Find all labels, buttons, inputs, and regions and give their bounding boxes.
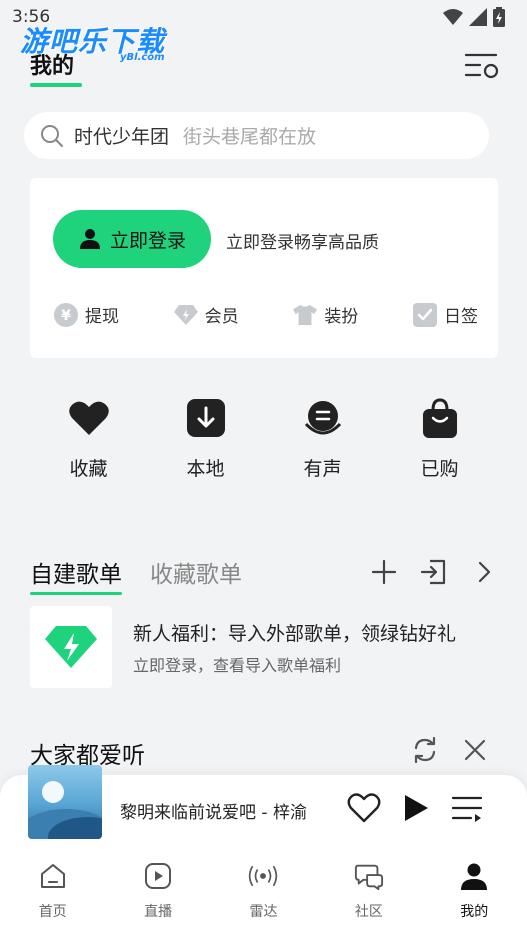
- quick-local[interactable]: 本地: [147, 396, 264, 481]
- perk-label: 装扮: [324, 307, 359, 327]
- chat-bubbles-icon: [354, 861, 384, 891]
- nav-live[interactable]: 直播: [105, 847, 210, 937]
- heart-icon: [67, 396, 111, 440]
- heart-outline-icon[interactable]: [347, 793, 381, 823]
- login-card: 立即登录 立即登录畅享高品质 ¥ 提现 会员 装扮 日签: [30, 178, 498, 358]
- playlist-actions: [370, 558, 498, 586]
- mini-player[interactable]: 黎明来临前说爱吧 - 梓渝: [0, 765, 527, 847]
- plus-icon: [371, 559, 397, 585]
- quick-purchased[interactable]: 已购: [381, 396, 498, 481]
- person-icon: [79, 229, 100, 249]
- now-playing-title: 黎明来临前说爱吧 - 梓渝: [120, 803, 307, 823]
- nav-community[interactable]: 社区: [316, 847, 421, 937]
- import-playlist-card[interactable]: 新人福利：导入外部歌单，领绿钻好礼 立即登录，查看导入歌单福利: [30, 606, 498, 688]
- close-icon[interactable]: [463, 738, 487, 762]
- search-hot-keyword: 时代少年团: [74, 126, 170, 148]
- import-title: 新人福利：导入外部歌单，领绿钻好礼: [133, 622, 457, 645]
- perk-dressup[interactable]: 装扮: [293, 302, 358, 327]
- search-icon: [41, 124, 63, 147]
- login-hint: 立即登录畅享高品质: [226, 233, 379, 253]
- tab-self-built[interactable]: 自建歌单: [30, 555, 122, 595]
- quick-label: 收藏: [69, 458, 108, 480]
- quick-label: 有声: [303, 458, 342, 480]
- perk-label: 提现: [85, 307, 119, 327]
- yuan-coin-icon: ¥: [54, 302, 78, 327]
- quick-label: 已购: [420, 458, 459, 480]
- import-icon: [420, 559, 446, 585]
- login-button[interactable]: 立即登录: [53, 210, 211, 268]
- everyone-actions: [411, 736, 487, 764]
- perk-vip[interactable]: 会员: [173, 302, 239, 327]
- album-cover[interactable]: [28, 765, 102, 839]
- watermark-sub: yBl.com: [120, 52, 165, 63]
- nav-label: 直播: [144, 904, 173, 920]
- page-title: 我的: [30, 54, 75, 79]
- microphone-icon: [301, 396, 345, 440]
- nav-label: 首页: [38, 904, 67, 920]
- playlist-tabs: 自建歌单 收藏歌单: [30, 555, 242, 595]
- perk-daily-sign[interactable]: 日签: [412, 302, 478, 327]
- import-thumb: [30, 606, 112, 688]
- chevron-right-icon: [478, 561, 491, 583]
- more-playlists-button[interactable]: [470, 558, 498, 586]
- wifi-icon: [443, 9, 463, 25]
- diamond-icon: [173, 303, 198, 327]
- import-subtitle: 立即登录，查看导入歌单福利: [133, 655, 342, 675]
- perk-label: 日签: [443, 307, 478, 327]
- bottom-nav: 首页 直播 雷达 社区 我的: [0, 847, 527, 937]
- nav-radar[interactable]: 雷达: [211, 847, 316, 937]
- nav-mine[interactable]: 我的: [422, 847, 527, 937]
- refresh-icon[interactable]: [411, 736, 439, 764]
- quick-favorites[interactable]: 收藏: [30, 396, 147, 481]
- quick-audio[interactable]: 有声: [264, 396, 381, 481]
- tshirt-icon: [293, 303, 318, 327]
- play-icon[interactable]: [403, 794, 429, 822]
- svg-text:¥: ¥: [61, 308, 71, 324]
- tab-collected[interactable]: 收藏歌单: [150, 555, 242, 595]
- play-box-icon: [143, 861, 173, 891]
- nav-label: 雷达: [249, 904, 278, 920]
- perks-row: ¥ 提现 会员 装扮 日签: [54, 302, 478, 327]
- signal-icon: [469, 8, 487, 26]
- checkbox-icon: [412, 302, 437, 327]
- nav-home[interactable]: 首页: [0, 847, 105, 937]
- quick-actions: 收藏 本地 有声 已购: [30, 396, 498, 481]
- radar-icon: [248, 861, 278, 891]
- download-icon: [184, 396, 228, 440]
- battery-icon: [493, 7, 505, 27]
- settings-button[interactable]: [462, 50, 502, 82]
- add-playlist-button[interactable]: [370, 558, 398, 586]
- playlist-icon[interactable]: [451, 794, 483, 822]
- import-playlist-button[interactable]: [420, 558, 448, 586]
- login-button-label: 立即登录: [109, 229, 186, 252]
- search-bar[interactable]: 时代少年团 街头巷尾都在放: [24, 112, 489, 159]
- perk-label: 会员: [204, 307, 239, 327]
- nav-label: 我的: [460, 904, 489, 920]
- player-controls: [347, 793, 483, 823]
- shopping-bag-icon: [418, 396, 462, 440]
- green-diamond-icon: [45, 626, 97, 668]
- search-suggestion: 街头巷尾都在放: [183, 126, 317, 148]
- settings-menu-icon: [464, 53, 499, 79]
- person-icon: [459, 861, 489, 891]
- perk-withdraw[interactable]: ¥ 提现: [54, 302, 119, 327]
- nav-label: 社区: [354, 904, 383, 920]
- title-underline: [30, 83, 82, 87]
- quick-label: 本地: [186, 458, 225, 480]
- home-icon: [38, 861, 68, 891]
